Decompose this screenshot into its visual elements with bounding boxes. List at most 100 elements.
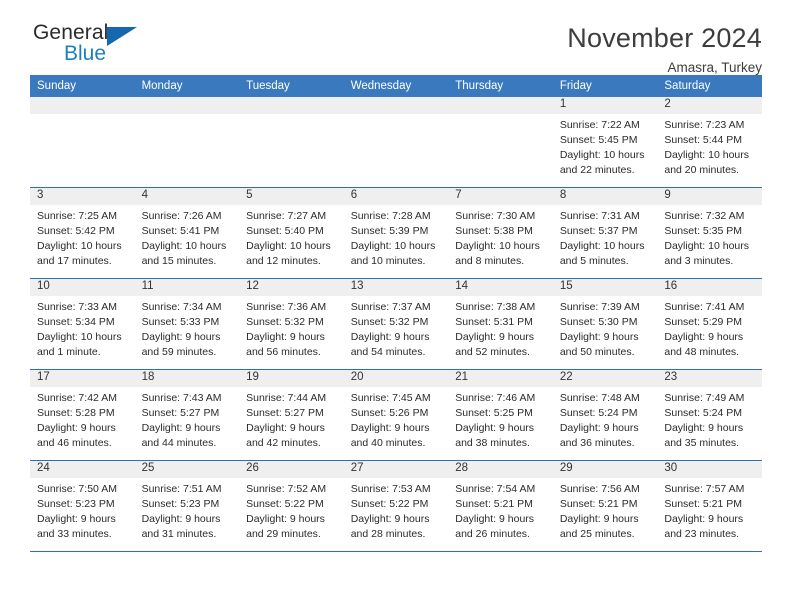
sunset-text: Sunset: 5:23 PM — [141, 497, 220, 510]
calendar-day-cell[interactable]: 29 Sunrise: 7:56 AM Sunset: 5:21 PM Dayligh… — [552, 461, 658, 551]
sunrise-text: Sunrise: 7:36 AM — [246, 301, 327, 313]
day-details: Sunrise: 7:45 AM Sunset: 5:26 PM Daylight:… — [344, 387, 449, 451]
sunset-text: Sunset: 5:32 PM — [350, 315, 429, 328]
calendar-day-cell[interactable]: 17 Sunrise: 7:42 AM Sunset: 5:28 PM Dayligh… — [30, 370, 135, 460]
sunrise-text: Sunrise: 7:51 AM — [141, 483, 222, 495]
calendar-day-cell[interactable]: 4 Sunrise: 7:26 AM Sunset: 5:41 PM Daylight… — [134, 188, 240, 278]
sunset-text: Sunset: 5:31 PM — [455, 315, 533, 328]
day-details: Sunrise: 7:23 AM Sunset: 5:44 PM Daylight:… — [657, 114, 762, 178]
calendar-day-cell[interactable]: 18 Sunrise: 7:43 AM Sunset: 5:27 PM Dayligh… — [134, 370, 240, 460]
day-details: Sunrise: 7:31 AM Sunset: 5:37 PM Daylight:… — [553, 205, 658, 269]
calendar-day-cell[interactable]: 5 Sunrise: 7:27 AM Sunset: 5:40 PM Daylight… — [239, 188, 344, 278]
calendar-day-cell[interactable]: 20 Sunrise: 7:45 AM Sunset: 5:26 PM Dayligh… — [343, 370, 449, 460]
daylight-text-line1: Daylight: 9 hours — [559, 330, 639, 343]
daylight-text-line2: and 35 minutes. — [664, 436, 740, 449]
daylight-text-line1: Daylight: 9 hours — [141, 512, 221, 525]
daylight-text-line1: Daylight: 10 hours — [559, 148, 645, 161]
calendar-day-cell[interactable]: 16 Sunrise: 7:41 AM Sunset: 5:29 PM Dayligh… — [657, 279, 762, 369]
calendar-day-cell[interactable]: 8 Sunrise: 7:31 AM Sunset: 5:37 PM Daylight… — [552, 188, 658, 278]
calendar-day-cell[interactable]: 1 Sunrise: 7:22 AM Sunset: 5:45 PM Daylight… — [552, 97, 658, 187]
weekday-header-thursday: Thursday — [448, 75, 553, 97]
day-details: Sunrise: 7:27 AM Sunset: 5:40 PM Daylight:… — [239, 205, 344, 269]
daylight-text-line2: and 10 minutes. — [350, 254, 426, 267]
calendar-cell: 29 Sunrise: 7:56 AM Sunset: 5:21 PM Dayligh… — [552, 460, 658, 552]
calendar-cell: 21 Sunrise: 7:46 AM Sunset: 5:25 PM Dayligh… — [448, 369, 553, 461]
daylight-text-line2: and 59 minutes. — [141, 345, 217, 358]
calendar-day-cell[interactable]: 7 Sunrise: 7:30 AM Sunset: 5:38 PM Daylight… — [448, 188, 553, 278]
calendar-cell: 5 Sunrise: 7:27 AM Sunset: 5:40 PM Daylight… — [239, 187, 344, 279]
calendar-page: General Blue November 2024 Amasra, Turke… — [0, 0, 792, 612]
calendar-day-cell[interactable]: 14 Sunrise: 7:38 AM Sunset: 5:31 PM Dayligh… — [448, 279, 553, 369]
day-details: Sunrise: 7:54 AM Sunset: 5:21 PM Daylight:… — [448, 478, 553, 542]
sunrise-text: Sunrise: 7:50 AM — [37, 483, 117, 495]
calendar-day-cell[interactable]: 15 Sunrise: 7:39 AM Sunset: 5:30 PM Dayligh… — [552, 279, 658, 369]
sunset-text: Sunset: 5:22 PM — [350, 497, 429, 510]
day-number: 26 — [239, 461, 344, 478]
calendar-cell: 7 Sunrise: 7:30 AM Sunset: 5:38 PM Daylight… — [448, 187, 553, 279]
calendar-day-cell[interactable]: 25 Sunrise: 7:51 AM Sunset: 5:23 PM Dayligh… — [134, 461, 240, 551]
daylight-text-line1: Daylight: 10 hours — [37, 239, 122, 252]
calendar-day-cell[interactable]: 12 Sunrise: 7:36 AM Sunset: 5:32 PM Dayligh… — [239, 279, 344, 369]
daylight-text-line1: Daylight: 9 hours — [141, 421, 221, 434]
calendar-day-cell[interactable]: 10 Sunrise: 7:33 AM Sunset: 5:34 PM Dayligh… — [30, 279, 135, 369]
calendar-day-cell[interactable]: 30 Sunrise: 7:57 AM Sunset: 5:21 PM Dayligh… — [657, 461, 762, 551]
calendar-day-cell[interactable]: 19 Sunrise: 7:44 AM Sunset: 5:27 PM Dayligh… — [239, 370, 344, 460]
day-details: Sunrise: 7:37 AM Sunset: 5:32 PM Daylight:… — [344, 296, 449, 360]
sunrise-text: Sunrise: 7:27 AM — [246, 210, 327, 222]
calendar-day-cell[interactable]: 26 Sunrise: 7:52 AM Sunset: 5:22 PM Dayligh… — [239, 461, 344, 551]
daylight-text-line1: Daylight: 9 hours — [141, 330, 221, 343]
day-details: Sunrise: 7:42 AM Sunset: 5:28 PM Daylight:… — [30, 387, 135, 451]
sunset-text: Sunset: 5:44 PM — [664, 133, 743, 146]
daylight-text-line2: and 25 minutes. — [559, 527, 635, 540]
day-number: 21 — [448, 370, 553, 387]
day-details: Sunrise: 7:22 AM Sunset: 5:45 PM Daylight:… — [553, 114, 658, 178]
daylight-text-line1: Daylight: 9 hours — [350, 512, 430, 525]
sunrise-text: Sunrise: 7:28 AM — [350, 210, 431, 222]
calendar-day-cell[interactable]: 21 Sunrise: 7:46 AM Sunset: 5:25 PM Dayligh… — [448, 370, 553, 460]
daylight-text-line2: and 54 minutes. — [350, 345, 426, 358]
daylight-text-line1: Daylight: 9 hours — [664, 330, 744, 343]
day-details: Sunrise: 7:43 AM Sunset: 5:27 PM Daylight:… — [135, 387, 240, 451]
day-number: 23 — [657, 370, 762, 387]
daylight-text-line2: and 28 minutes. — [350, 527, 426, 540]
calendar-day-cell[interactable]: 2 Sunrise: 7:23 AM Sunset: 5:44 PM Daylight… — [657, 97, 762, 187]
sunset-text: Sunset: 5:37 PM — [559, 224, 638, 237]
calendar-day-cell[interactable]: 22 Sunrise: 7:48 AM Sunset: 5:24 PM Dayligh… — [552, 370, 658, 460]
calendar-day-cell[interactable]: 3 Sunrise: 7:25 AM Sunset: 5:42 PM Daylight… — [30, 188, 135, 278]
sunset-text: Sunset: 5:29 PM — [664, 315, 743, 328]
day-number: 1 — [552, 97, 658, 114]
calendar-day-cell[interactable]: 27 Sunrise: 7:53 AM Sunset: 5:22 PM Dayligh… — [343, 461, 449, 551]
day-number — [239, 97, 344, 114]
daylight-text-line2: and 17 minutes. — [37, 254, 112, 267]
sunrise-text: Sunrise: 7:22 AM — [559, 119, 640, 131]
calendar-week-row: 24 Sunrise: 7:50 AM Sunset: 5:23 PM Dayligh… — [30, 460, 762, 552]
calendar-day-cell[interactable]: 28 Sunrise: 7:54 AM Sunset: 5:21 PM Dayligh… — [448, 461, 553, 551]
daylight-text-line2: and 56 minutes. — [246, 345, 321, 358]
calendar-day-cell[interactable]: 11 Sunrise: 7:34 AM Sunset: 5:33 PM Dayligh… — [134, 279, 240, 369]
weekday-header-row: Sunday Monday Tuesday Wednesday Thursday… — [30, 75, 762, 97]
calendar-week-row: 3 Sunrise: 7:25 AM Sunset: 5:42 PM Daylight… — [30, 187, 762, 279]
day-details: Sunrise: 7:26 AM Sunset: 5:41 PM Daylight:… — [135, 205, 240, 269]
day-details: Sunrise: 7:52 AM Sunset: 5:22 PM Daylight:… — [239, 478, 344, 542]
day-number: 8 — [552, 188, 658, 205]
calendar-day-cell[interactable]: 13 Sunrise: 7:37 AM Sunset: 5:32 PM Dayligh… — [343, 279, 449, 369]
calendar-body: 1 Sunrise: 7:22 AM Sunset: 5:45 PM Daylight… — [30, 97, 762, 552]
calendar-day-cell[interactable]: 23 Sunrise: 7:49 AM Sunset: 5:24 PM Dayligh… — [657, 370, 762, 460]
sunrise-text: Sunrise: 7:48 AM — [559, 392, 640, 404]
sunset-text: Sunset: 5:32 PM — [246, 315, 324, 328]
day-number: 6 — [343, 188, 449, 205]
calendar-cell: 10 Sunrise: 7:33 AM Sunset: 5:34 PM Dayligh… — [30, 278, 135, 370]
sunset-text: Sunset: 5:22 PM — [246, 497, 324, 510]
brand-logo[interactable]: General Blue — [30, 22, 150, 68]
sunrise-text: Sunrise: 7:43 AM — [141, 392, 222, 404]
calendar-day-cell[interactable]: 24 Sunrise: 7:50 AM Sunset: 5:23 PM Dayligh… — [30, 461, 135, 551]
day-number: 18 — [134, 370, 240, 387]
daylight-text-line1: Daylight: 10 hours — [664, 239, 750, 252]
calendar-day-cell[interactable]: 9 Sunrise: 7:32 AM Sunset: 5:35 PM Daylight… — [657, 188, 762, 278]
daylight-text-line1: Daylight: 9 hours — [664, 512, 744, 525]
day-details: Sunrise: 7:46 AM Sunset: 5:25 PM Daylight:… — [448, 387, 553, 451]
calendar-day-cell[interactable]: 6 Sunrise: 7:28 AM Sunset: 5:39 PM Daylight… — [343, 188, 449, 278]
day-details: Sunrise: 7:38 AM Sunset: 5:31 PM Daylight:… — [448, 296, 553, 360]
daylight-text-line1: Daylight: 9 hours — [664, 421, 744, 434]
sunset-text: Sunset: 5:28 PM — [37, 406, 115, 419]
